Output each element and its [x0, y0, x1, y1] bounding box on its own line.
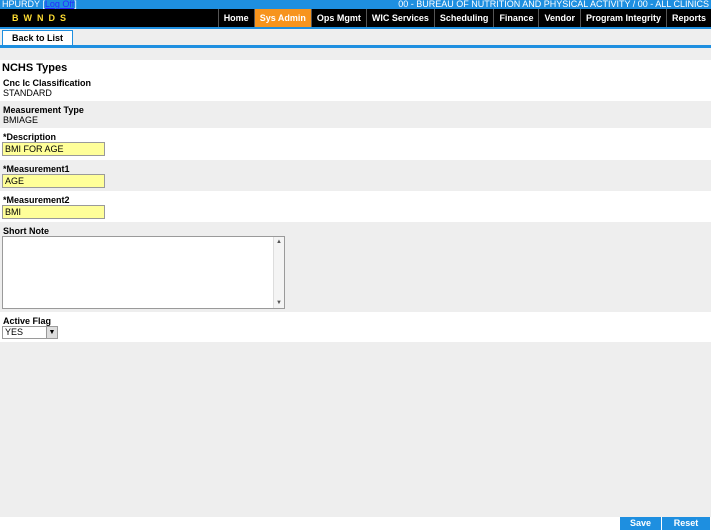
app-logo: BWNDS	[4, 10, 78, 26]
measurement2-input[interactable]: BMI	[2, 205, 105, 219]
short-note-scrollbar[interactable]: ▲ ▼	[273, 237, 284, 308]
nav-tab-finance[interactable]: Finance	[493, 9, 538, 27]
logoff-link[interactable]: Log Off	[45, 0, 74, 9]
toolbar	[0, 29, 711, 45]
nav-tab-home[interactable]: Home	[217, 9, 254, 27]
username: HPURDY	[2, 0, 40, 9]
nav-tab-program-integrity[interactable]: Program Integrity	[579, 9, 666, 27]
measurement2-label: *Measurement2	[3, 195, 70, 205]
scroll-up-icon[interactable]: ▲	[276, 239, 282, 245]
nav-tabs: Home Sys Admin Ops Mgmt WIC Services Schedul…	[217, 9, 711, 27]
top-status-bar: HPURDY [Log Off] 00 - BUREAU OF NUTRITIO…	[0, 0, 711, 9]
measurement-type-row: Measurement Type BMIAGE	[0, 101, 711, 128]
description-input[interactable]: BMI FOR AGE	[2, 142, 105, 156]
nav-tab-scheduling[interactable]: Scheduling	[433, 9, 494, 27]
footer-bar	[0, 517, 711, 530]
active-flag-value: YES	[5, 327, 24, 337]
nav-tab-ops-mgmt[interactable]: Ops Mgmt	[310, 9, 366, 27]
chevron-down-icon[interactable]: ▼	[46, 327, 57, 338]
measurement1-label: *Measurement1	[3, 164, 70, 174]
short-note-textarea[interactable]: ▲ ▼	[2, 236, 285, 309]
measurement-type-label: Measurement Type	[3, 105, 84, 115]
page-title: NCHS Types	[2, 62, 68, 74]
measurement2-row: *Measurement2 BMI	[0, 191, 711, 222]
active-flag-row: Active Flag YES ▼	[0, 312, 711, 342]
cnc-label: Cnc Ic Classification	[3, 78, 92, 88]
short-note-row: Short Note ▲ ▼	[0, 222, 711, 312]
description-row: *Description BMI FOR AGE	[0, 128, 711, 160]
user-info: HPURDY [Log Off]	[2, 0, 77, 9]
active-flag-select[interactable]: YES ▼	[2, 326, 58, 339]
description-label: *Description	[3, 132, 57, 142]
main-nav: BWNDS Home Sys Admin Ops Mgmt WIC Services S…	[0, 9, 711, 27]
measurement1-input[interactable]: AGE	[2, 174, 105, 188]
save-button[interactable]: Save	[620, 517, 661, 530]
org-clinic-label: 00 - BUREAU OF NUTRITION AND PHYSICAL AC…	[398, 0, 709, 9]
cnc-row: Cnc Ic Classification STANDARD	[0, 75, 711, 101]
nav-tab-reports[interactable]: Reports	[665, 9, 711, 27]
nav-tab-wic-services[interactable]: WIC Services	[365, 9, 434, 27]
content-top-band	[0, 48, 711, 60]
cnc-value: STANDARD	[3, 88, 52, 98]
nav-tab-vendor[interactable]: Vendor	[538, 9, 580, 27]
content-filler	[0, 342, 711, 517]
active-flag-label: Active Flag	[3, 316, 52, 326]
logo-text: BWNDS	[12, 13, 71, 23]
scroll-down-icon[interactable]: ▼	[276, 300, 282, 306]
reset-button[interactable]: Reset	[662, 517, 710, 530]
measurement-type-value: BMIAGE	[3, 115, 39, 125]
back-to-list-button[interactable]: Back to List	[2, 30, 73, 46]
nav-tab-sys-admin[interactable]: Sys Admin	[253, 9, 311, 27]
measurement1-row: *Measurement1 AGE	[0, 160, 711, 191]
short-note-label: Short Note	[3, 226, 49, 236]
